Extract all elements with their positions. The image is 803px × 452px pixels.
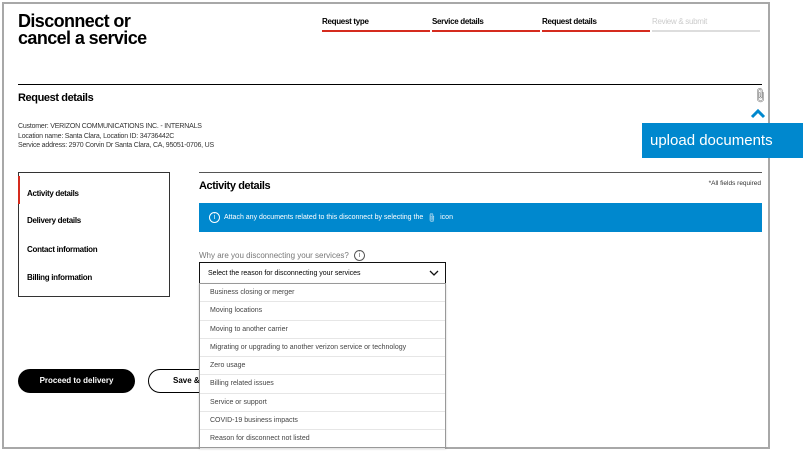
info-banner: i Attach any documents related to this d… bbox=[199, 203, 762, 232]
divider bbox=[18, 84, 762, 85]
activity-details-heading: Activity details bbox=[199, 180, 271, 192]
dropdown-option[interactable]: Moving locations bbox=[200, 302, 445, 321]
dropdown-option[interactable]: Service or support bbox=[200, 394, 445, 413]
reason-question: Why are you disconnecting your services? bbox=[199, 251, 349, 260]
dropdown-option[interactable]: Reason for disconnect not listed bbox=[200, 430, 445, 449]
nav-billing-information[interactable]: Billing information bbox=[27, 273, 92, 282]
dropdown-option[interactable]: Migrating or upgrading to another verizo… bbox=[200, 339, 445, 358]
reason-dropdown: Business closing or merger Moving locatio… bbox=[199, 283, 446, 449]
reason-label: Why are you disconnecting your services?… bbox=[199, 250, 365, 261]
dropdown-option[interactable]: Billing related issues bbox=[200, 375, 445, 394]
step-service-details: Service details bbox=[432, 17, 540, 32]
step-request-details: Request details bbox=[542, 17, 650, 32]
dropdown-option[interactable]: Business closing or merger bbox=[200, 284, 445, 303]
chevron-up-icon[interactable] bbox=[750, 106, 766, 119]
required-note: *All fields required bbox=[708, 180, 761, 187]
request-details-heading: Request details bbox=[18, 92, 94, 104]
dropdown-option[interactable]: COVID-19 business impacts bbox=[200, 412, 445, 431]
proceed-to-delivery-button[interactable]: Proceed to delivery bbox=[18, 369, 135, 393]
chevron-down-icon bbox=[429, 270, 439, 276]
active-indicator bbox=[18, 176, 20, 204]
banner-suffix: icon bbox=[440, 214, 453, 221]
reason-select[interactable]: Select the reason for disconnecting your… bbox=[199, 262, 446, 284]
info-icon: i bbox=[209, 212, 220, 223]
panel-divider bbox=[199, 172, 762, 173]
section-nav: Activity details Delivery details Contac… bbox=[18, 172, 170, 297]
page-title: Disconnect or cancel a service bbox=[18, 11, 147, 48]
nav-delivery-details[interactable]: Delivery details bbox=[27, 216, 81, 225]
upload-documents-tooltip: upload documents bbox=[642, 123, 803, 158]
nav-activity-details[interactable]: Activity details bbox=[27, 189, 79, 198]
banner-text: Attach any documents related to this dis… bbox=[224, 214, 424, 221]
step-review-submit: Review & submit bbox=[652, 17, 760, 32]
customer-info: Customer: VERIZON COMMUNICATIONS INC. - … bbox=[18, 123, 214, 149]
step-request-type: Request type bbox=[322, 17, 430, 32]
paperclip-icon: 📎︎ bbox=[425, 212, 437, 224]
dropdown-option[interactable]: Moving to another carrier bbox=[200, 321, 445, 339]
select-placeholder: Select the reason for disconnecting your… bbox=[208, 269, 361, 277]
info-icon[interactable]: i bbox=[353, 250, 365, 261]
dropdown-option[interactable]: Zero usage bbox=[200, 357, 445, 376]
nav-contact-information[interactable]: Contact information bbox=[27, 245, 98, 254]
